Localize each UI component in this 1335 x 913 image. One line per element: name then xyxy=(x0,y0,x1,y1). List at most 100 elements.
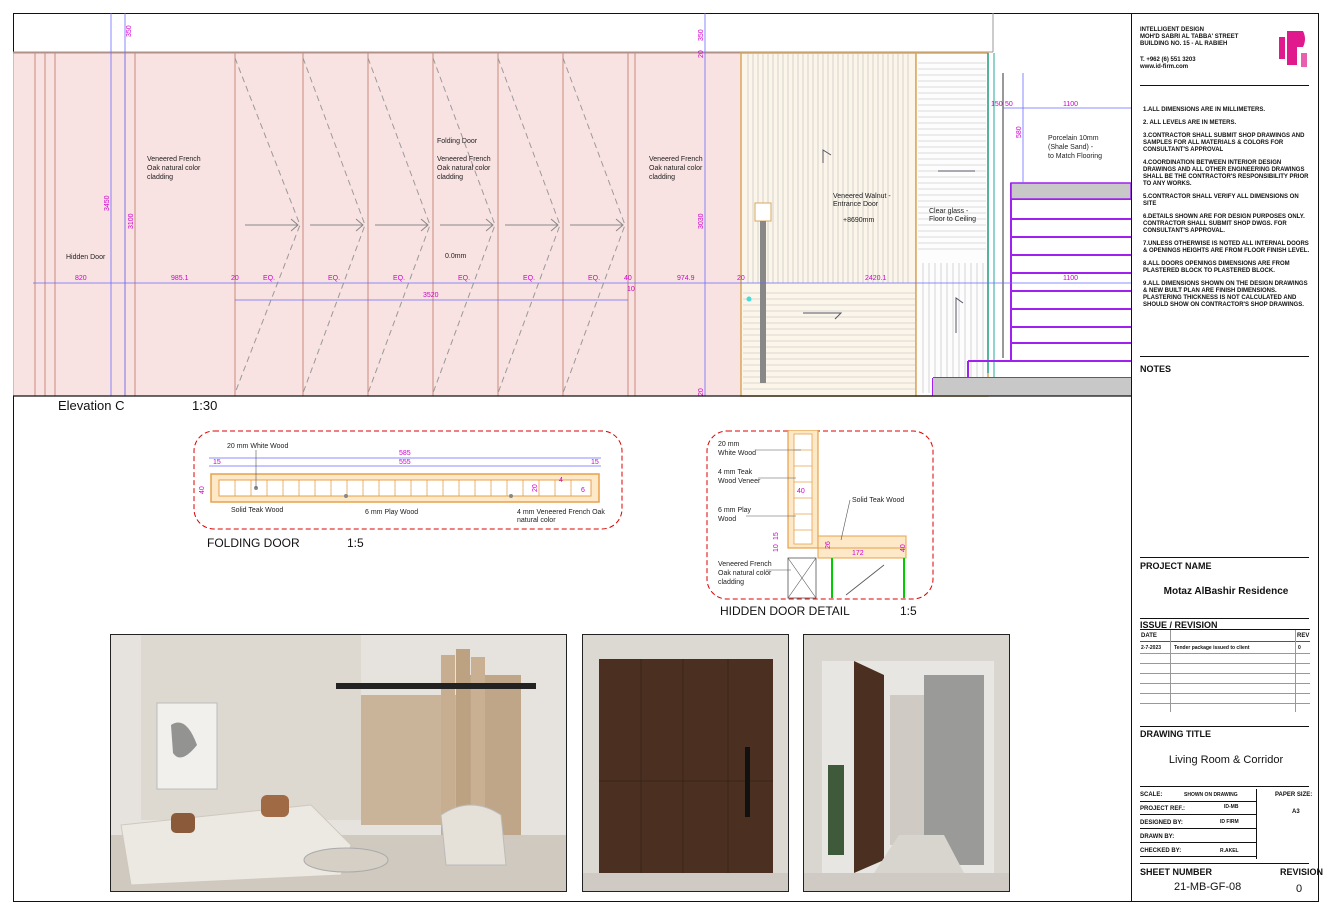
hd-dim-40b: 40 xyxy=(900,544,907,552)
label-veneer-mid-2: Oak natural color xyxy=(437,165,491,172)
dim-1100a: 1100 xyxy=(1063,101,1078,108)
living-room-render xyxy=(110,634,567,892)
elevation-c-drawing: 350 350 3450 3100 3030 20 20 820 985.1 2… xyxy=(13,13,1131,397)
note-7: 7.UNLESS OTHERWISE IS NOTED ALL INTERNAL… xyxy=(1143,241,1310,254)
label-hidden-door: Hidden Door xyxy=(66,254,106,261)
hidden-door-title: HIDDEN DOOR DETAIL xyxy=(720,604,850,618)
fd-dim-20: 20 xyxy=(532,484,539,492)
fd-dim-4: 4 xyxy=(559,477,563,484)
project-ref-label: PROJECT REF.: xyxy=(1140,806,1186,812)
label-porcelain-1: Porcelain 10mm xyxy=(1048,135,1099,142)
label-veneer-right-1: Veneered French xyxy=(649,156,703,163)
entrance-door-render xyxy=(582,634,789,892)
label-veneer-left-1: Veneered French xyxy=(147,156,201,163)
hidden-door-detail: 20 mm White Wood 4 mm Teak Wood Veneer 6… xyxy=(706,430,934,600)
title-block: INTELLIGENT DESIGN MOH'D SABRI AL TABBA'… xyxy=(1131,13,1323,902)
hd-label-teak-2: Wood Veneer xyxy=(718,478,761,485)
dim-3520: 3520 xyxy=(423,292,439,299)
fd-dim-40: 40 xyxy=(199,486,206,494)
hd-label-white-1: 20 mm xyxy=(718,441,740,448)
project-name: Motaz AlBashir Residence xyxy=(1163,586,1289,597)
label-veneer-right-2: Oak natural color xyxy=(649,165,703,172)
dim-eq2: EQ. xyxy=(328,275,340,282)
hd-label-solid-teak: Solid Teak Wood xyxy=(852,497,904,504)
hd-dim-15: 15 xyxy=(773,532,780,540)
hd-dim-172: 172 xyxy=(852,550,864,557)
checked-by: R.AKEL xyxy=(1220,848,1239,854)
company-web: www.id-firm.com xyxy=(1140,64,1189,70)
note-3: 3.CONTRACTOR SHALL SUBMIT SHOP DRAWINGS … xyxy=(1143,133,1305,153)
project-ref: ID-MB xyxy=(1224,804,1239,810)
dim-20c: 20 xyxy=(231,275,239,282)
issue-row-rev: 0 xyxy=(1298,645,1301,651)
label-walnut-2: Entrance Door xyxy=(833,201,879,208)
revision-label: REVISION xyxy=(1280,867,1324,877)
dim-3030: 3030 xyxy=(698,213,705,229)
dim-eq4: EQ. xyxy=(458,275,470,282)
issue-row-desc: Tender package issued to client xyxy=(1174,645,1250,651)
label-veneer-mid-3: cladding xyxy=(437,174,463,181)
folding-door-scale: 1:5 xyxy=(347,536,364,550)
company-line-1: INTELLIGENT DESIGN xyxy=(1140,27,1205,33)
dim-985: 985.1 xyxy=(171,275,189,282)
dim-350a: 350 xyxy=(126,25,133,37)
dim-820: 820 xyxy=(75,275,87,282)
scale-label: SCALE: xyxy=(1140,792,1163,798)
label-veneer-left-3: cladding xyxy=(147,174,173,181)
company-line-2: MOH'D SABRI AL TABBA' STREET xyxy=(1140,34,1239,40)
hd-label-veneer-3: cladding xyxy=(718,579,744,586)
dim-eq3: EQ. xyxy=(393,275,405,282)
notes-heading: NOTES xyxy=(1140,364,1172,374)
note-5: 5.CONTRACTOR SHALL VERIFY ALL DIMENSIONS… xyxy=(1143,194,1299,207)
hidden-door-scale: 1:5 xyxy=(900,604,917,618)
checked-by-label: CHECKED BY: xyxy=(1140,848,1182,854)
dim-1100b: 1100 xyxy=(1063,275,1078,282)
note-8: 8.ALL DOORS OPENINGS DIMENSIONS ARE FROM… xyxy=(1143,261,1290,274)
dim-2420: 2420.1 xyxy=(865,275,887,282)
note-9: 9.ALL DIMENSIONS SHOWN ON THE DESIGN DRA… xyxy=(1143,281,1308,308)
dim-20b: 20 xyxy=(698,388,705,396)
drawing-title: Living Room & Corridor xyxy=(1168,754,1284,766)
company-line-3: BUILDING NO. 15 - AL RABIEH xyxy=(1140,41,1228,47)
issue-col-date: DATE xyxy=(1141,633,1157,639)
dim-10: 10 xyxy=(627,286,635,293)
hd-dim-10: 10 xyxy=(773,544,780,552)
sheet-number: 21-MB-GF-08 xyxy=(1174,881,1242,893)
designed-by: ID FIRM xyxy=(1220,819,1239,825)
dim-eq6: EQ. xyxy=(588,275,600,282)
dim-3450: 3450 xyxy=(104,195,111,211)
hd-label-teak-1: 4 mm Teak xyxy=(718,469,753,476)
dim-350b: 350 xyxy=(698,29,705,41)
dim-20a: 20 xyxy=(698,50,705,58)
label-porcelain-2: (Shale Sand) - xyxy=(1048,144,1094,151)
note-1: 1.ALL DIMENSIONS ARE IN MILLIMETERS. xyxy=(1143,107,1266,113)
fd-label-play-wood: 6 mm Play Wood xyxy=(365,509,418,516)
fd-dim-15a: 15 xyxy=(213,459,221,466)
hd-label-play-2: Wood xyxy=(718,516,736,523)
note-6: 6.DETAILS SHOWN ARE FOR DESIGN PURPOSES … xyxy=(1143,214,1305,234)
folding-door-detail: 20 mm White Wood Solid Teak Wood 6 mm Pl… xyxy=(193,430,623,530)
hd-dim-40a: 40 xyxy=(797,488,805,495)
label-veneer-mid-1: Veneered French xyxy=(437,156,491,163)
dim-150: 150 xyxy=(991,101,1003,108)
dim-eq1: EQ. xyxy=(263,275,275,282)
label-veneer-left-2: Oak natural color xyxy=(147,165,201,172)
dim-3100: 3100 xyxy=(128,213,135,229)
paper-size-value: A3 xyxy=(1292,809,1300,815)
label-walnut-3: +8690mm xyxy=(843,217,874,224)
dim-40: 40 xyxy=(624,275,632,282)
hd-label-white-2: White Wood xyxy=(718,450,756,457)
label-level: 0.0mm xyxy=(445,253,467,260)
label-glass-2: Floor to Ceiling xyxy=(929,216,976,223)
dim-eq5: EQ. xyxy=(523,275,535,282)
general-notes: 1.ALL DIMENSIONS ARE IN MILLIMETERS. 2. … xyxy=(1143,107,1313,315)
drawing-title-label: DRAWING TITLE xyxy=(1140,729,1211,739)
project-name-label: PROJECT NAME xyxy=(1140,561,1212,571)
label-glass-1: Clear glass - xyxy=(929,208,969,215)
label-folding-door: Folding Door xyxy=(437,138,478,145)
dim-20d: 20 xyxy=(737,275,745,282)
label-walnut-1: Veneered Walnut - xyxy=(833,193,891,200)
corridor-render xyxy=(803,634,1010,892)
folding-door-title: FOLDING DOOR xyxy=(207,536,300,550)
revision-number: 0 xyxy=(1296,883,1303,895)
